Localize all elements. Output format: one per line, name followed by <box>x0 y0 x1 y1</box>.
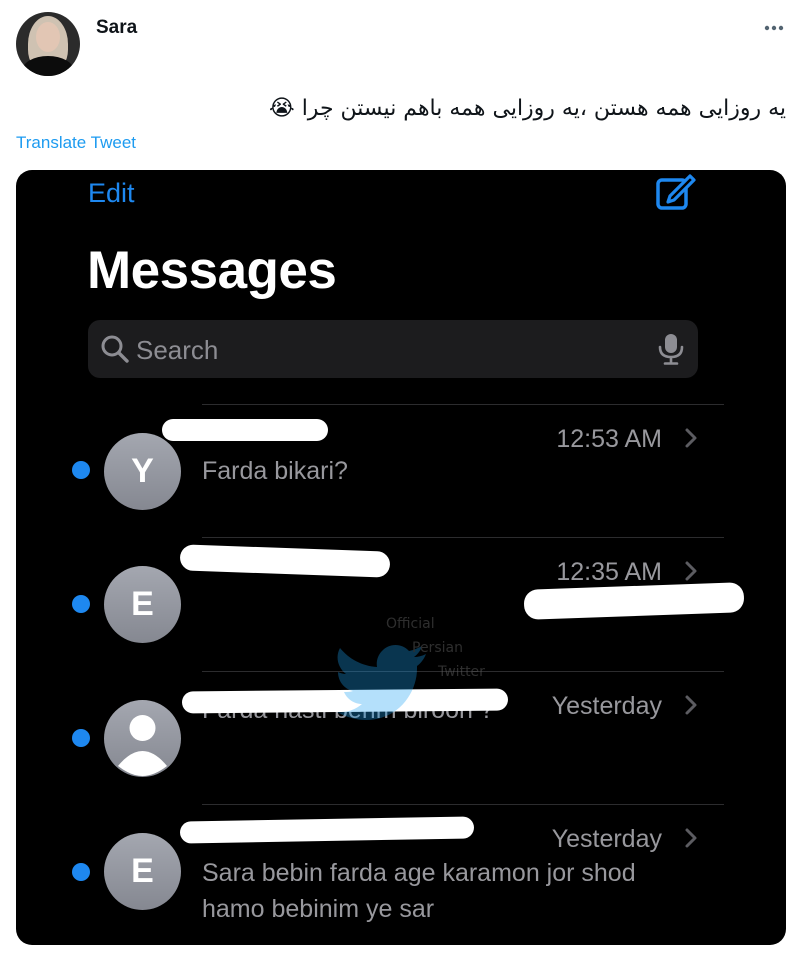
search-icon <box>101 335 129 363</box>
search-bar[interactable]: Search <box>88 320 698 378</box>
contact-avatar: E <box>104 833 181 910</box>
contact-avatar: E <box>104 566 181 643</box>
edit-button[interactable]: Edit <box>88 178 135 209</box>
more-options-icon[interactable] <box>762 16 786 40</box>
translate-tweet-link[interactable]: Translate Tweet <box>16 133 136 153</box>
person-silhouette-icon <box>118 715 167 776</box>
contact-initial: Y <box>131 452 154 490</box>
chevron-right-icon <box>685 695 697 715</box>
contact-initial: E <box>131 585 154 623</box>
microphone-icon[interactable] <box>658 333 684 365</box>
redaction-mark <box>179 816 475 844</box>
chevron-right-icon <box>685 428 697 448</box>
tweet-text: یه روزایی همه هستن ،یه روزایی همه باهم ن… <box>269 96 786 121</box>
search-placeholder: Search <box>136 335 219 365</box>
unread-indicator <box>72 729 90 747</box>
message-time: Yesterday <box>551 825 662 853</box>
page-title: Messages <box>87 241 337 300</box>
chevron-right-icon <box>685 561 697 581</box>
message-time: 12:35 AM <box>556 558 662 586</box>
unread-indicator <box>72 863 90 881</box>
compose-icon[interactable] <box>654 172 698 212</box>
contact-avatar: Y <box>104 433 181 510</box>
message-preview: Sara bebin farda age karamon jor shod ha… <box>202 859 636 923</box>
author-name[interactable]: Sara <box>96 17 137 39</box>
tweet-media-image[interactable]: Edit Messages Search Y 12:53 AM Farda bi <box>16 170 786 945</box>
message-preview: Farda bikari? <box>202 457 348 485</box>
conversation-row[interactable]: E Yesterday Sara bebin farda age karamon… <box>16 805 786 939</box>
redaction-mark <box>162 419 328 441</box>
watermark: Official Persian Twitter <box>326 610 506 730</box>
contact-initial: E <box>131 852 154 890</box>
unread-indicator <box>72 595 90 613</box>
conversation-row[interactable]: Y 12:53 AM Farda bikari? <box>16 405 786 539</box>
watermark-line: Official <box>386 616 435 632</box>
redaction-mark <box>523 582 745 620</box>
author-avatar[interactable] <box>16 12 80 76</box>
chevron-right-icon <box>685 828 697 848</box>
watermark-line: Twitter <box>438 664 485 680</box>
unread-indicator <box>72 461 90 479</box>
message-time: 12:53 AM <box>556 425 662 453</box>
redaction-mark <box>179 544 391 578</box>
contact-avatar <box>104 700 181 777</box>
avatar-face <box>36 22 60 52</box>
watermark-line: Persian <box>412 640 463 656</box>
